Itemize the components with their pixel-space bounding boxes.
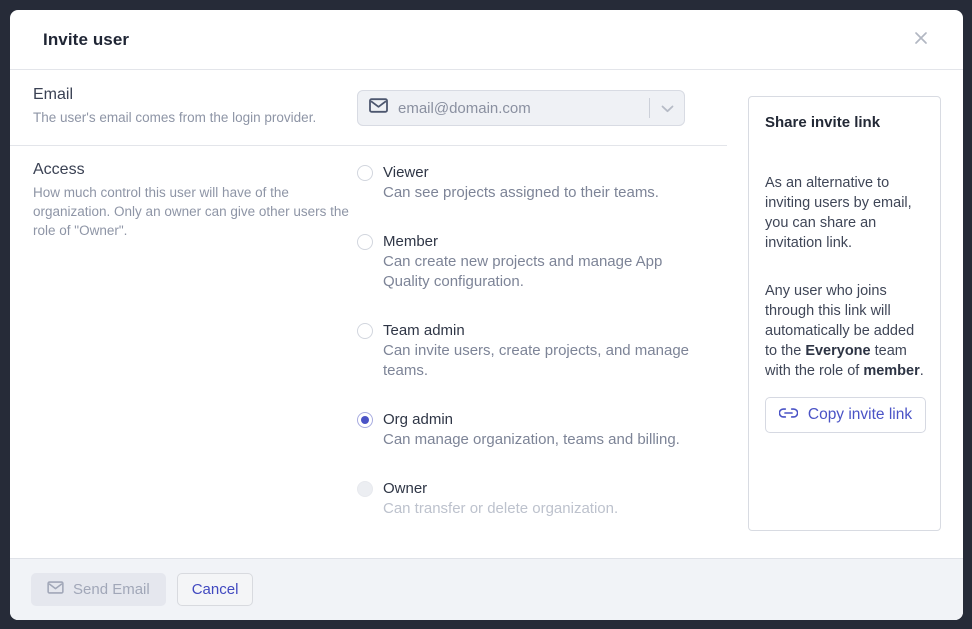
cancel-button[interactable]: Cancel — [177, 573, 254, 606]
chevron-down-icon — [661, 101, 674, 116]
link-icon — [779, 406, 798, 424]
radio-owner — [357, 481, 373, 497]
text: . — [920, 363, 924, 379]
radio-option-member: MemberCan create new projects and manage… — [357, 232, 695, 292]
access-description: How much control this user will have of … — [33, 183, 355, 240]
share-panel-title: Share invite link — [765, 113, 925, 133]
send-email-button[interactable]: Send Email — [31, 573, 166, 606]
modal-header: Invite user — [10, 10, 963, 70]
radio-option-owner: OwnerCan transfer or delete organization… — [357, 479, 695, 519]
email-section-header: Email The user's email comes from the lo… — [10, 70, 357, 145]
radio-viewer[interactable] — [357, 165, 373, 181]
bold-text: member — [863, 363, 919, 379]
copy-invite-link-label: Copy invite link — [808, 406, 912, 424]
radio-label-owner: Owner — [383, 479, 427, 499]
modal-title: Invite user — [43, 30, 129, 50]
share-invite-link-panel: Share invite link As an alternative to i… — [748, 96, 941, 531]
email-section: Email The user's email comes from the lo… — [10, 70, 727, 146]
invite-user-modal: Invite user Email The user's email comes… — [10, 10, 963, 620]
close-button[interactable] — [909, 28, 933, 52]
bold-text: Everyone — [805, 343, 870, 359]
radio-label-viewer[interactable]: Viewer — [383, 163, 429, 183]
access-section-header: Access How much control this user will h… — [10, 146, 357, 548]
radio-description-team-admin: Can invite users, create projects, and m… — [383, 341, 695, 381]
radio-org-admin[interactable] — [357, 412, 373, 428]
copy-invite-link-button[interactable]: Copy invite link — [765, 397, 926, 433]
email-label: Email — [33, 86, 357, 104]
radio-label-team-admin[interactable]: Team admin — [383, 321, 465, 341]
main-column: Email The user's email comes from the lo… — [10, 70, 727, 548]
modal-body: Email The user's email comes from the lo… — [10, 70, 963, 558]
radio-team-admin[interactable] — [357, 323, 373, 339]
envelope-icon — [47, 581, 64, 598]
radio-option-org-admin: Org adminCan manage organization, teams … — [357, 410, 695, 450]
share-panel-paragraph-2: Any user who joins through this link wil… — [765, 281, 926, 381]
modal-footer: Send Email Cancel — [10, 558, 963, 620]
radio-description-owner: Can transfer or delete organization. — [383, 499, 695, 519]
share-panel-paragraph-1: As an alternative to inviting users by e… — [765, 173, 926, 253]
envelope-icon — [369, 98, 388, 118]
radio-description-org-admin: Can manage organization, teams and billi… — [383, 430, 695, 450]
radio-option-team-admin: Team adminCan invite users, create proje… — [357, 321, 695, 381]
radio-description-member: Can create new projects and manage App Q… — [383, 252, 695, 292]
radio-label-org-admin[interactable]: Org admin — [383, 410, 453, 430]
access-options-list: ViewerCan see projects assigned to their… — [357, 146, 695, 548]
input-separator — [649, 98, 650, 118]
close-icon — [913, 30, 929, 49]
access-label: Access — [33, 161, 357, 179]
radio-option-viewer: ViewerCan see projects assigned to their… — [357, 163, 695, 203]
email-description: The user's email comes from the login pr… — [33, 108, 355, 127]
send-email-label: Send Email — [73, 581, 150, 598]
radio-description-viewer: Can see projects assigned to their teams… — [383, 183, 695, 203]
email-input-cell — [357, 70, 685, 145]
radio-label-member[interactable]: Member — [383, 232, 438, 252]
email-input-group[interactable] — [357, 90, 685, 126]
radio-member[interactable] — [357, 234, 373, 250]
email-input[interactable] — [398, 100, 645, 117]
access-section: Access How much control this user will h… — [10, 146, 727, 548]
email-dropdown-button[interactable] — [659, 99, 676, 118]
